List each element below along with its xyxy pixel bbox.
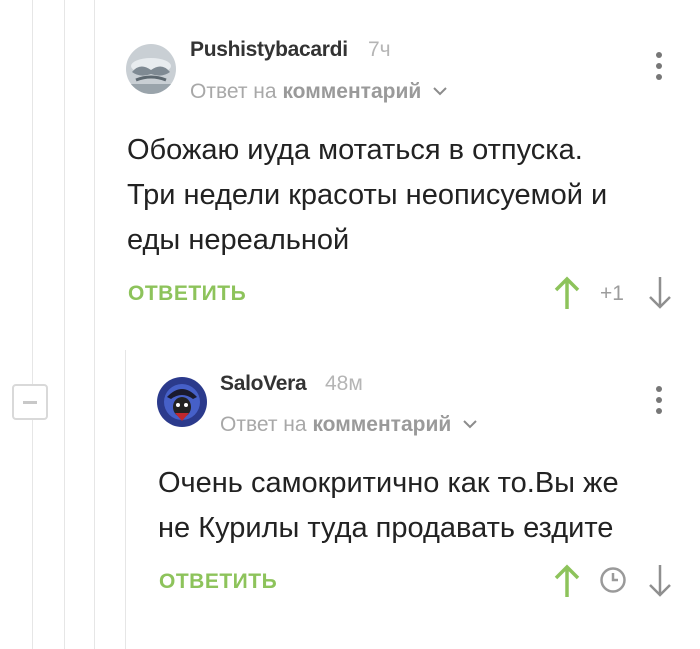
- clock-icon: [599, 566, 627, 599]
- reply-to-prefix: Ответ на: [220, 413, 307, 436]
- timestamp: 48м: [325, 372, 363, 395]
- collapse-minus-icon[interactable]: [12, 384, 48, 420]
- reply-button[interactable]: ОТВЕТИТЬ: [128, 282, 246, 306]
- comment-body: Обожаю иуда мотаться в отпуска. Три неде…: [127, 128, 607, 263]
- comment-body: Очень самокритично как то.Вы же не Курил…: [158, 461, 619, 551]
- reply-to-prefix: Ответ на: [190, 80, 277, 103]
- comment-body-line: Очень самокритично как то.Вы же: [158, 467, 619, 499]
- username[interactable]: SaloVera: [220, 372, 307, 396]
- downvote-arrow-icon[interactable]: [648, 276, 672, 315]
- reply-to-link[interactable]: комментарий: [312, 413, 451, 436]
- thread-line-1: [32, 0, 33, 649]
- reply-button[interactable]: ОТВЕТИТЬ: [159, 570, 277, 594]
- avatar[interactable]: [157, 377, 207, 427]
- chevron-down-icon[interactable]: [463, 411, 477, 435]
- username[interactable]: Pushistybacardi: [190, 38, 348, 62]
- thread-line-4: [125, 350, 126, 649]
- kebab-menu-icon[interactable]: [654, 386, 664, 416]
- reply-to-link[interactable]: комментарий: [282, 80, 421, 103]
- comment-body-line: Три недели красоты неописуемой и: [127, 179, 608, 211]
- rating-value: +1: [600, 282, 624, 305]
- upvote-arrow-icon[interactable]: [554, 276, 580, 315]
- comment-body-line: не Курилы туда продавать ездите: [158, 512, 614, 544]
- comment-body-line: Обожаю иуда мотаться в отпуска.: [127, 134, 583, 166]
- avatar[interactable]: [126, 44, 176, 94]
- upvote-arrow-icon[interactable]: [554, 564, 580, 603]
- reply-to-info: Ответ на комментарий: [190, 78, 447, 104]
- timestamp: 7ч: [368, 38, 391, 61]
- reply-to-info: Ответ на комментарий: [220, 411, 477, 437]
- thread-line-2: [64, 0, 65, 649]
- kebab-menu-icon[interactable]: [654, 52, 664, 82]
- chevron-down-icon[interactable]: [433, 78, 447, 102]
- downvote-arrow-icon[interactable]: [648, 564, 672, 603]
- comment-body-line: еды нереальной: [127, 224, 350, 256]
- thread-line-3: [94, 0, 95, 649]
